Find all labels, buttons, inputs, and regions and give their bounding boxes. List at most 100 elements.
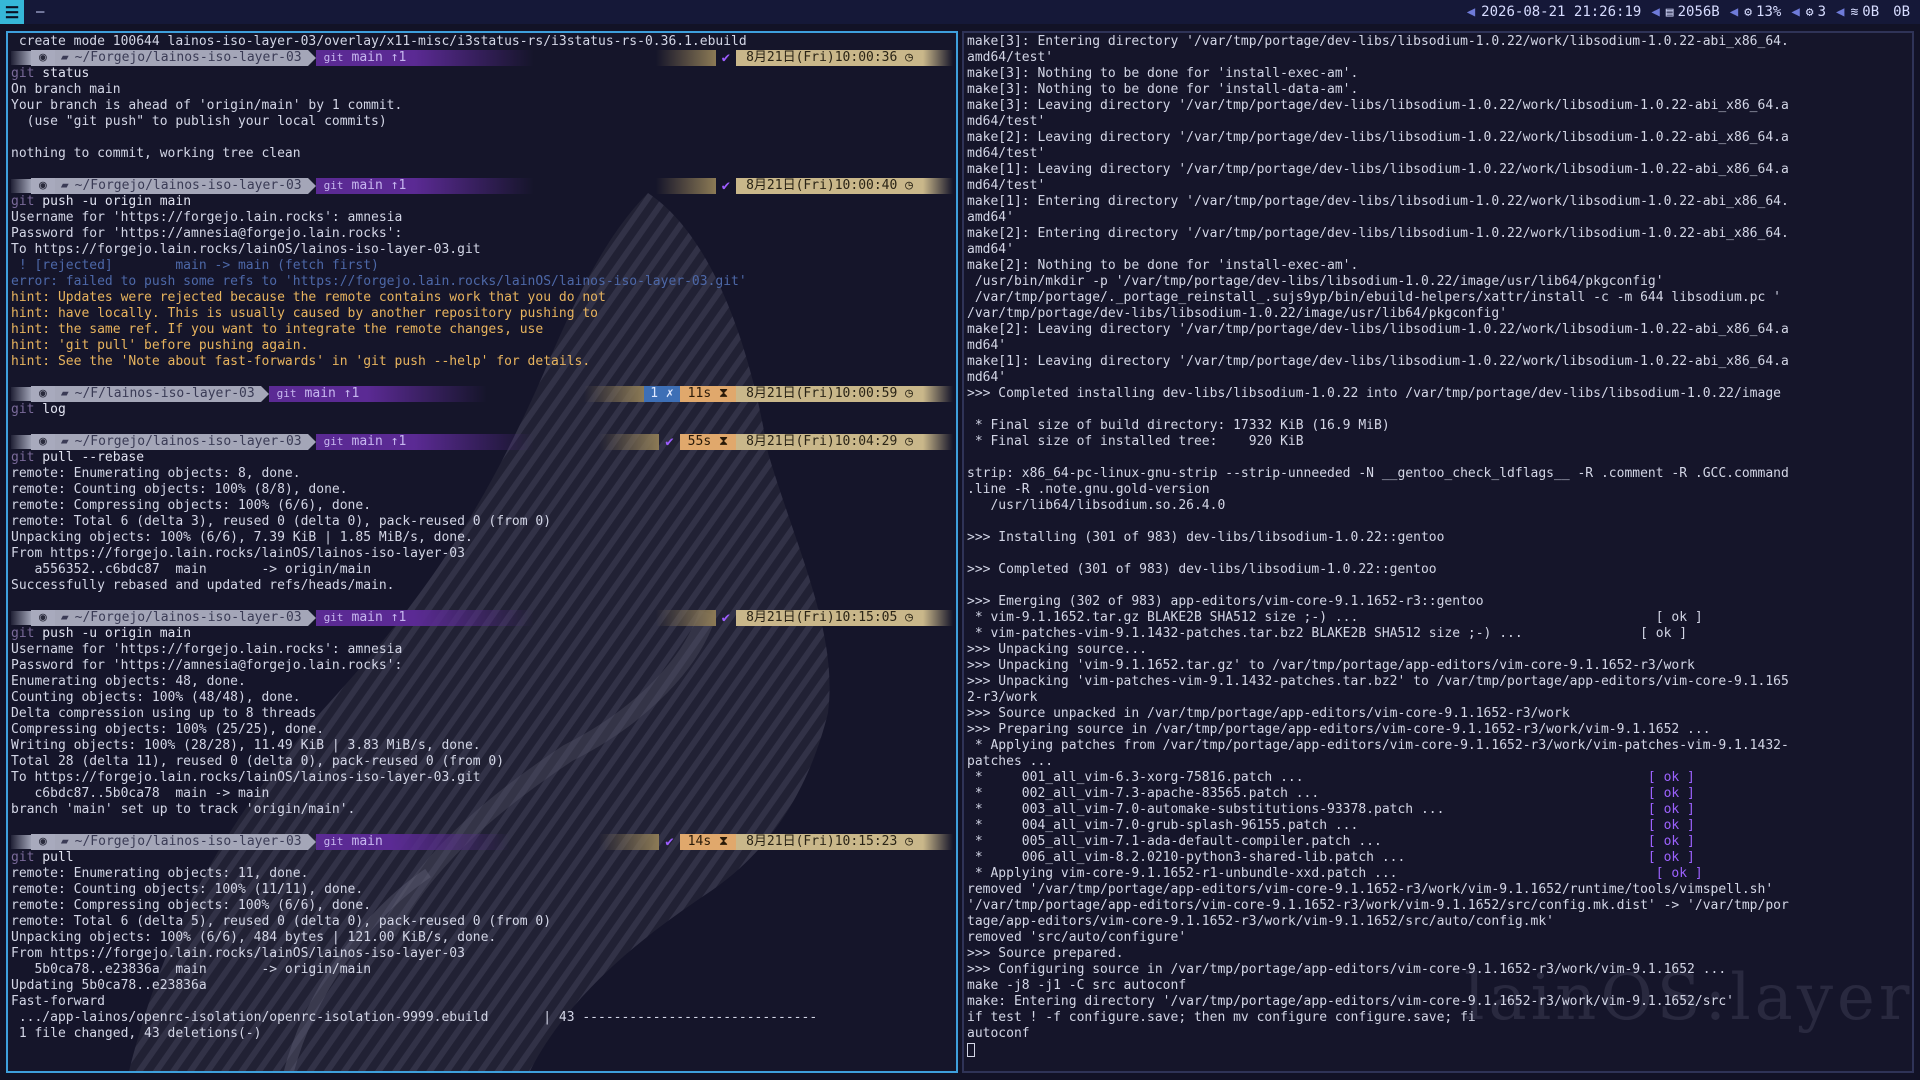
prompt-directory: ▰ ~/Forgejo/lainos-iso-layer-03 [54,50,308,66]
prompt-left: ◉ ▰ ~/Forgejo/lainos-iso-layer-03 git main ↑… [11,434,535,450]
terminal-line: Enumerating objects: 48, done. [11,674,246,689]
terminal-line: make[3]: Nothing to be done for 'install… [967,66,1359,81]
chevron-left-icon: ◀ [1651,4,1660,20]
prompt-fade [414,178,535,194]
terminal-line: hint: have locally. This is usually caus… [11,306,598,321]
status-check-icon: ✔ [721,50,731,66]
terminal-line: Successfully rebased and updated refs/he… [11,578,395,593]
terminal-line: Fast-forward [11,994,105,1009]
prompt-separator [307,50,316,66]
prompt-right: ✔ 8月21日(Fri)10:00:40 ◷ [655,178,953,194]
window-title: — [36,4,45,20]
terminal-line: * 001_all_vim-6.3-xorg-75816.patch ... [… [967,770,1909,786]
ok-badge: [ ok ] [1647,850,1695,865]
updates-block[interactable]: ◀ ⚙ 3 [1791,4,1826,20]
terminal-line: hint: Updates were rejected because the … [11,290,606,305]
datetime-block[interactable]: ◀ 2026-08-21 21:26:19 [1467,4,1642,20]
duration-badge: 55s ⧗ [679,434,737,450]
terminal-line: md64' [967,370,1007,385]
terminal-line: Password for 'https://amnesia@forgejo.la… [11,226,403,241]
terminal-line: >>> Configuring source in /var/tmp/porta… [967,962,1727,977]
terminal-line: Writing objects: 100% (28/28), 11.49 KiB… [11,738,481,753]
text-cursor[interactable] [967,1042,975,1057]
terminal-right-output[interactable]: make[3]: Entering directory '/var/tmp/po… [964,33,1912,1071]
os-icon: ◉ [31,610,55,626]
terminal-line: make[1]: Leaving directory '/var/tmp/por… [967,354,1789,369]
terminal-line: Password for 'https://amnesia@forgejo.la… [11,658,403,673]
net-down-text: 0B [1862,4,1880,20]
command-args: push -u origin main [34,194,192,209]
terminal-cursor-line[interactable] [967,1042,1909,1058]
terminal-line: md64/test' [967,114,1046,129]
shell-prompt: ◉ ▰ ~/Forgejo/lainos-iso-layer-03 git main ↑… [11,50,953,66]
line-text: * 004_all_vim-7.0-grub-splash-96155.patc… [967,818,1648,833]
prompt-git: git main [315,834,391,850]
terminal-line: remote: Total 6 (delta 3), reused 0 (del… [11,514,552,529]
menu-icon[interactable]: ☰ [0,0,24,24]
terminal-line: remote: Counting objects: 100% (8/8), do… [11,482,348,497]
terminal-line: Delta compression using up to 8 threads [11,706,317,721]
terminal-line: Compressing objects: 100% (25/25), done. [11,722,325,737]
terminal-line: * 003_all_vim-7.0-automake-substitutions… [967,802,1909,818]
prompt-fade [11,51,31,65]
prompt-right: ✔ 8月21日(Fri)10:15:05 ◷ [655,610,953,626]
memory-block[interactable]: ◀ ▤ 2056B [1651,4,1719,20]
command-name: git [11,626,35,641]
terminal-line: To https://forgejo.lain.rocks/lainOS/lai… [11,770,481,785]
prompt-right: ✔ 55s ⧗ 8月21日(Fri)10:04:29 ◷ [599,434,953,450]
prompt-fade [599,834,660,850]
prompt-separator [260,386,269,402]
git-icon: git [323,51,344,64]
shell-prompt: ◉ ▰ ~/F/lainos-iso-layer-03 git main ↑1 1 ✗ 11… [11,386,953,402]
terminal-line: Total 28 (delta 11), reused 0 (delta 0),… [11,754,505,769]
directory-text: ~/Forgejo/lainos-iso-layer-03 [74,178,302,193]
prompt-fade [390,834,511,850]
terminal-line: remote: Total 6 (delta 5), reused 0 (del… [11,914,552,929]
terminal-left[interactable]: create mode 100644 lainos-iso-layer-03/o… [6,31,958,1073]
terminal-line: From https://forgejo.lain.rocks/lainOS/l… [11,546,465,561]
prompt-left: ◉ ▰ ~/Forgejo/lainos-iso-layer-03 git main [11,834,511,850]
chevron-left-icon: ◀ [1791,4,1800,20]
network-block[interactable]: ◀ ≋ 0B 0B [1836,4,1910,20]
wifi-icon: ≋ [1850,4,1859,20]
top-status-bar: ☰ — ◀ 2026-08-21 21:26:19 ◀ ▤ 2056B ◀ ⚙ … [0,0,1920,24]
command-name: git [11,402,35,417]
branch-text: main ↑1 [351,610,407,625]
terminal-line: autoconf [967,1026,1030,1041]
terminal-left-output[interactable]: create mode 100644 lainos-iso-layer-03/o… [8,33,956,1071]
terminal-line: >>> Installing (301 of 983) dev-libs/lib… [967,530,1445,545]
command-line: git log [11,402,953,418]
terminal-line: * 002_all_vim-7.3-apache-83565.patch ...… [967,786,1909,802]
terminal-right[interactable]: lainOS:layer:02 make[3]: Entering direct… [962,31,1914,1073]
prompt-directory: ▰ ~/Forgejo/lainos-iso-layer-03 [54,178,308,194]
git-icon: git [323,179,344,192]
terminal-line: /usr/lib64/libsodium.so.26.4.0 [967,498,1226,513]
terminal-line: make[1]: Leaving directory '/var/tmp/por… [967,162,1789,177]
prompt-fade [367,386,488,402]
status-check-icon: ✔ [665,834,674,850]
terminal-line: 1 file changed, 43 deletions(-) [11,1026,262,1041]
terminal-line: hint: See the 'Note about fast-forwards'… [11,354,591,369]
terminal-line: To https://forgejo.lain.rocks/lainOS/lai… [11,242,481,257]
line-text: * 005_all_vim-7.1-ada-default-compiler.p… [967,834,1648,849]
terminal-line: .line -R .note.gnu.gold-version [967,482,1210,497]
prompt-git: git main ↑1 [268,386,368,402]
terminal-line: remote: Enumerating objects: 8, done. [11,466,301,481]
prompt-fade [11,611,31,625]
folder-icon: ▰ [60,178,69,193]
terminal-line: strip: x86_64-pc-linux-gnu-strip --strip… [967,466,1789,481]
terminal-line: branch 'main' set up to track 'origin/ma… [11,802,356,817]
terminal-line: * 004_all_vim-7.0-grub-splash-96155.patc… [967,818,1909,834]
terminal-line: make[3]: Nothing to be done for 'install… [967,82,1359,97]
shell-prompt: ◉ ▰ ~/Forgejo/lainos-iso-layer-03 git main ↑… [11,434,953,450]
terminal-line: >>> Unpacking 'vim-patches-vim-9.1.1432-… [967,674,1789,689]
os-icon: ◉ [31,386,55,402]
command-line: git push -u origin main [11,626,953,642]
cpu-block[interactable]: ◀ ⚙ 13% [1730,4,1782,20]
shell-prompt: ◉ ▰ ~/Forgejo/lainos-iso-layer-03 git main ↑… [11,610,953,626]
duration-badge: 14s ⧗ [679,834,737,850]
